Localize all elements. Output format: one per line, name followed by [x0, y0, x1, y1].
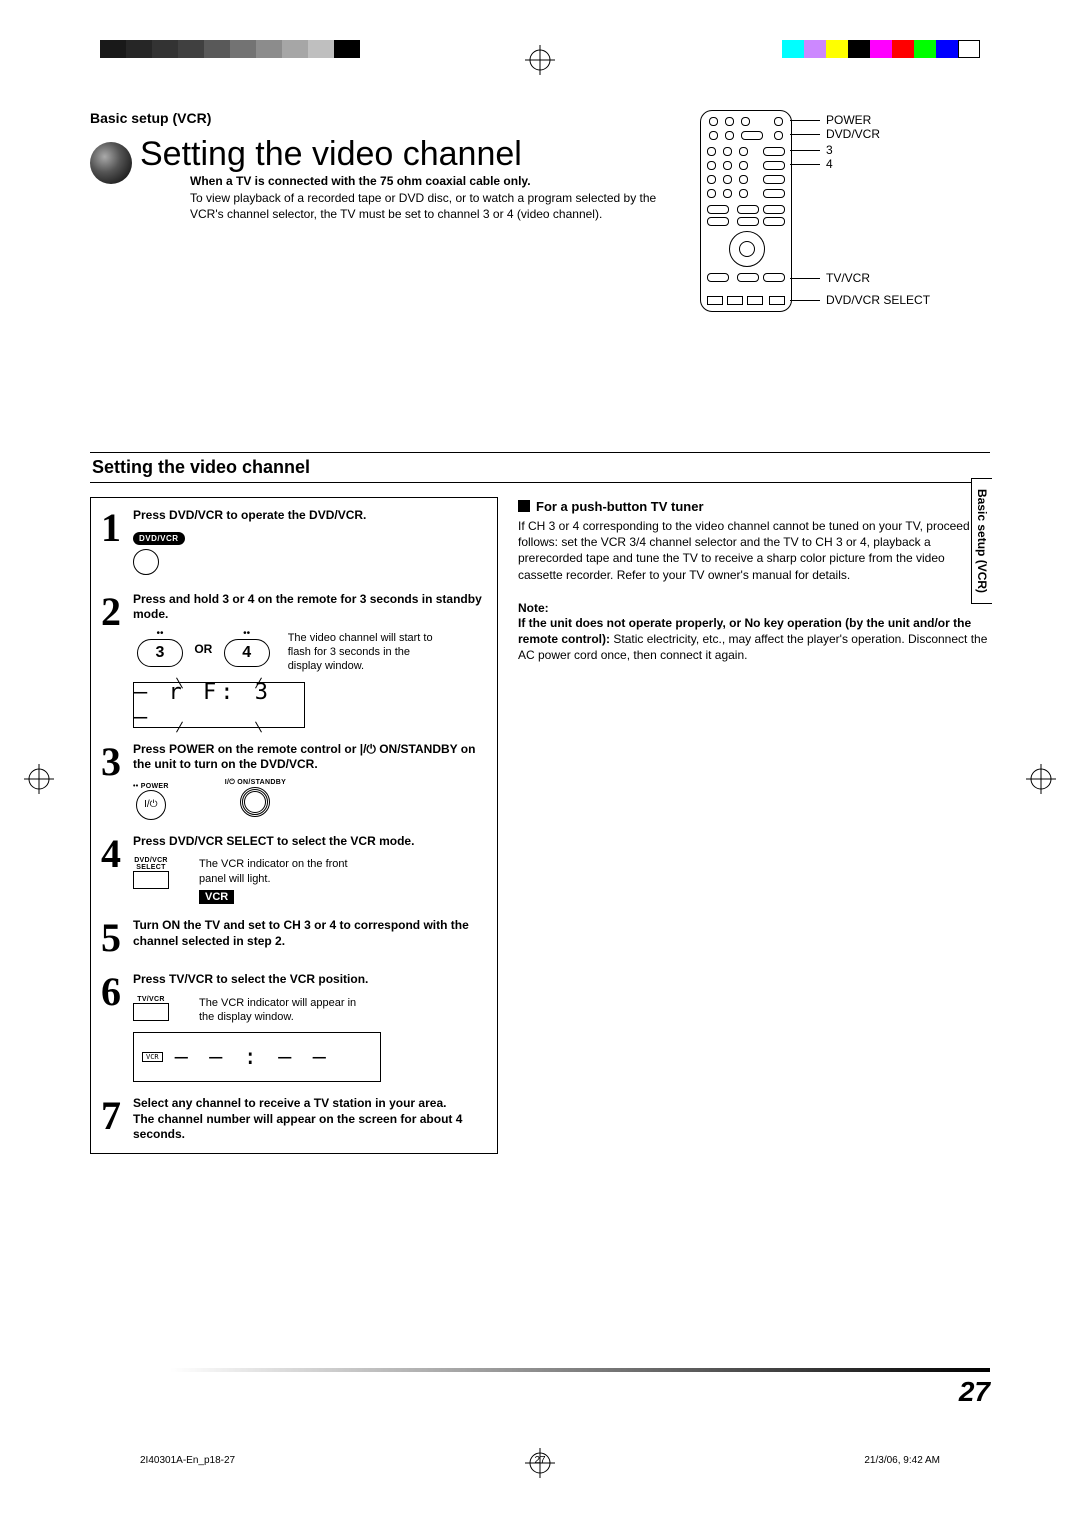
or-text: OR	[194, 642, 212, 656]
print-crop-zone	[0, 0, 1080, 100]
remote-key-3: 3	[137, 639, 183, 667]
step-head: Press and hold 3 or 4 on the remote for …	[133, 592, 487, 623]
step-head: Press TV/VCR to select the VCR position.	[133, 972, 487, 988]
registration-mark-right	[1026, 764, 1056, 794]
button-circle-icon	[133, 549, 159, 575]
footer-file: 2I40301A-En_p18-27	[140, 1455, 235, 1466]
display-segments: – – : – –	[175, 1045, 330, 1070]
process-color-bar	[782, 40, 980, 58]
registration-mark-left	[24, 764, 54, 794]
step-head: Select any channel to receive a TV stati…	[133, 1096, 487, 1112]
display-window: VCR – – : – –	[133, 1032, 381, 1082]
tvvcr-key-label: TV/VCR	[133, 996, 169, 1003]
select-key-label: DVD/VCR SELECT	[133, 857, 169, 871]
remote-label-dvdvcr: DVD/VCR	[826, 127, 880, 141]
dvdvcr-pill-icon: DVD/VCR	[133, 532, 185, 545]
remote-label-tvvcr: TV/VCR	[826, 271, 870, 285]
steps-box: 1 Press DVD/VCR to operate the DVD/VCR. …	[90, 497, 498, 1154]
lcd-text: – r F: 3 –	[134, 680, 304, 730]
remote-label-power: POWER	[826, 113, 871, 127]
subhead-text: For a push-button TV tuner	[536, 499, 704, 514]
step-head: Press DVD/VCR to operate the DVD/VCR.	[133, 508, 487, 524]
step-sub: The video channel will start to flash fo…	[288, 631, 438, 674]
step-head: Press DVD/VCR SELECT to select the VCR m…	[133, 834, 487, 850]
tvvcr-key-icon	[133, 1003, 169, 1021]
pushbutton-para: If CH 3 or 4 corresponding to the video …	[518, 518, 990, 583]
remote-diagram: POWER DVD/VCR 3 4 TV/VCR DVD/VCR SELECT	[700, 110, 990, 312]
note-head: Note:	[518, 601, 990, 615]
registration-mark-top	[525, 45, 555, 78]
step-number: 1	[97, 508, 125, 578]
step-head-2: The channel number will appear on the sc…	[133, 1112, 487, 1143]
process-black-bar	[100, 40, 360, 58]
display-vcr-tag: VCR	[142, 1052, 163, 1062]
step-number: 3	[97, 742, 125, 820]
step-head: Press POWER on the remote control or |/⏻…	[133, 742, 487, 773]
remote-label-3: 3	[826, 143, 833, 157]
step-sub: The VCR indicator on the front panel wil…	[199, 857, 359, 886]
standby-button-icon	[240, 787, 270, 817]
footer-timestamp: 21/3/06, 9:42 AM	[864, 1455, 940, 1466]
step-number: 4	[97, 834, 125, 904]
remote-label-select: DVD/VCR SELECT	[826, 293, 930, 307]
page-title: Setting the video channel	[140, 136, 670, 173]
page-number-rule	[170, 1368, 990, 1372]
step-number: 5	[97, 918, 125, 958]
step-sub: The VCR indicator will appear in the dis…	[199, 996, 359, 1025]
remote-label-4: 4	[826, 157, 833, 171]
subsection-head: For a push-button TV tuner	[518, 499, 990, 514]
remote-key-4: 4	[224, 639, 270, 667]
intro-bold: When a TV is connected with the 75 ohm c…	[190, 173, 670, 189]
power-button-icon: I/⏻	[136, 790, 166, 820]
step-number: 6	[97, 972, 125, 1082]
step-number: 7	[97, 1096, 125, 1143]
step-head: Turn ON the TV and set to CH 3 or 4 to c…	[133, 918, 487, 949]
power-label: •• POWER	[133, 783, 169, 790]
standby-label: I/⏻ ON/STANDBY	[225, 779, 286, 787]
vcr-badge: VCR	[199, 890, 234, 904]
footer: 2I40301A-En_p18-27 27 21/3/06, 9:42 AM	[140, 1455, 940, 1466]
page-number: 27	[959, 1376, 990, 1408]
step-number: 2	[97, 592, 125, 728]
note-body: If the unit does not operate properly, o…	[518, 615, 990, 664]
title-bullet-icon	[90, 142, 132, 184]
select-key-icon	[133, 871, 169, 889]
intro-body: To view playback of a recorded tape or D…	[190, 190, 670, 222]
section-band: Setting the video channel	[90, 452, 990, 483]
footer-page: 27	[534, 1455, 545, 1466]
side-tab: Basic setup (VCR)	[971, 478, 992, 604]
lcd-window: – r F: 3 –	[133, 682, 305, 728]
square-bullet-icon	[518, 500, 530, 512]
